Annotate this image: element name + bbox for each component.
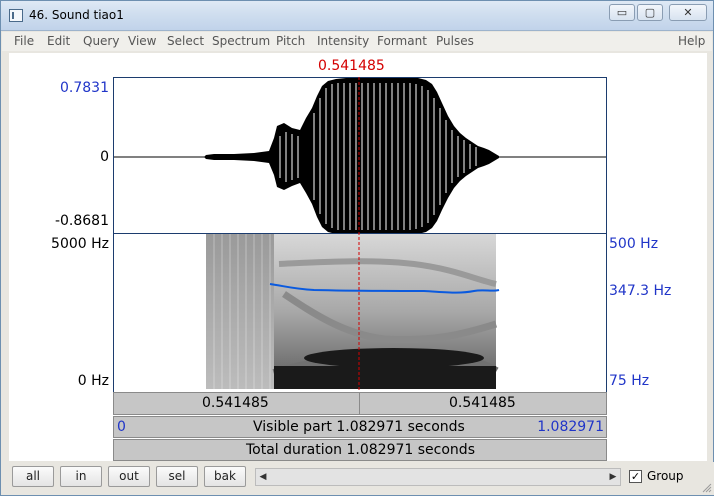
selection-bar[interactable]: 0.541485 0.541485 [113,392,607,415]
total-duration-label: Total duration 1.082971 seconds [246,442,475,458]
window-title: 46. Sound tiao1 [29,8,124,22]
zoom-back-button[interactable]: bak [204,466,246,487]
menu-file[interactable]: File [14,34,34,48]
maximize-button[interactable]: ▢ [637,4,663,21]
group-label: Group [647,469,684,483]
pitch-top-label: 500 Hz [609,236,659,252]
menu-select[interactable]: Select [167,34,204,48]
visible-end-time: 1.082971 [537,419,604,435]
right-part-time[interactable]: 0.541485 [449,395,516,411]
total-duration-bar[interactable]: Total duration 1.082971 seconds [113,439,607,461]
zoom-sel-button[interactable]: sel [156,466,198,487]
cursor-time-label: 0.541485 [318,58,385,74]
visible-start-time: 0 [117,419,126,435]
spectrogram-panel[interactable] [113,234,607,392]
zoom-all-button[interactable]: all [12,466,54,487]
waveform-min-label: -0.8681 [54,213,109,229]
menu-pitch[interactable]: Pitch [276,34,305,48]
bottom-toolbar: all in out sel bak ◀ ▶ ✓ Group [2,462,714,495]
praat-sound-editor-window: 46. Sound tiao1 ▭ ▢ ✕ File Edit Query Vi… [0,0,714,496]
title-bar[interactable]: 46. Sound tiao1 ▭ ▢ ✕ [1,1,713,31]
waveform-envelope [204,78,499,233]
scroll-right-arrow-icon[interactable]: ▶ [606,469,620,485]
formant-f1-peak [304,348,484,368]
app-icon [9,9,23,22]
cursor-line [358,77,360,392]
pitch-value-label: 347.3 Hz [609,283,672,299]
menu-view[interactable]: View [128,34,156,48]
menu-edit[interactable]: Edit [47,34,70,48]
resize-grip-icon[interactable] [702,483,712,493]
zoom-out-button[interactable]: out [108,466,150,487]
waveform-panel[interactable] [113,77,607,234]
close-button[interactable]: ✕ [669,4,707,21]
spectrogram-plot [206,234,500,389]
menu-formant[interactable]: Formant [377,34,427,48]
menu-spectrum[interactable]: Spectrum [212,34,270,48]
visible-part-label: Visible part 1.082971 seconds [253,419,465,435]
selection-bar-divider [359,393,360,414]
minimize-button[interactable]: ▭ [609,4,635,21]
horizontal-scrollbar[interactable]: ◀ ▶ [255,468,621,486]
visible-part-bar[interactable]: 0 Visible part 1.082971 seconds 1.082971 [113,416,607,438]
menu-bar: File Edit Query View Select Spectrum Pit… [2,32,712,51]
waveform-plot [114,78,606,233]
group-checkbox[interactable]: ✓ [629,470,642,483]
menu-query[interactable]: Query [83,34,119,48]
waveform-zero-label: 0 [100,149,109,165]
left-part-time[interactable]: 0.541485 [202,395,269,411]
formant-f1-band [274,366,496,389]
waveform-max-label: 0.7831 [60,80,109,96]
pitch-bottom-label: 75 Hz [609,373,650,389]
scroll-left-arrow-icon[interactable]: ◀ [256,469,270,485]
zoom-in-button[interactable]: in [60,466,102,487]
spectrogram-frication [206,234,274,389]
spectrogram-top-freq-label: 5000 Hz [51,236,109,252]
spectrogram-bottom-freq-label: 0 Hz [77,373,109,389]
menu-intensity[interactable]: Intensity [317,34,369,48]
menu-help[interactable]: Help [678,34,705,48]
menu-pulses[interactable]: Pulses [436,34,474,48]
